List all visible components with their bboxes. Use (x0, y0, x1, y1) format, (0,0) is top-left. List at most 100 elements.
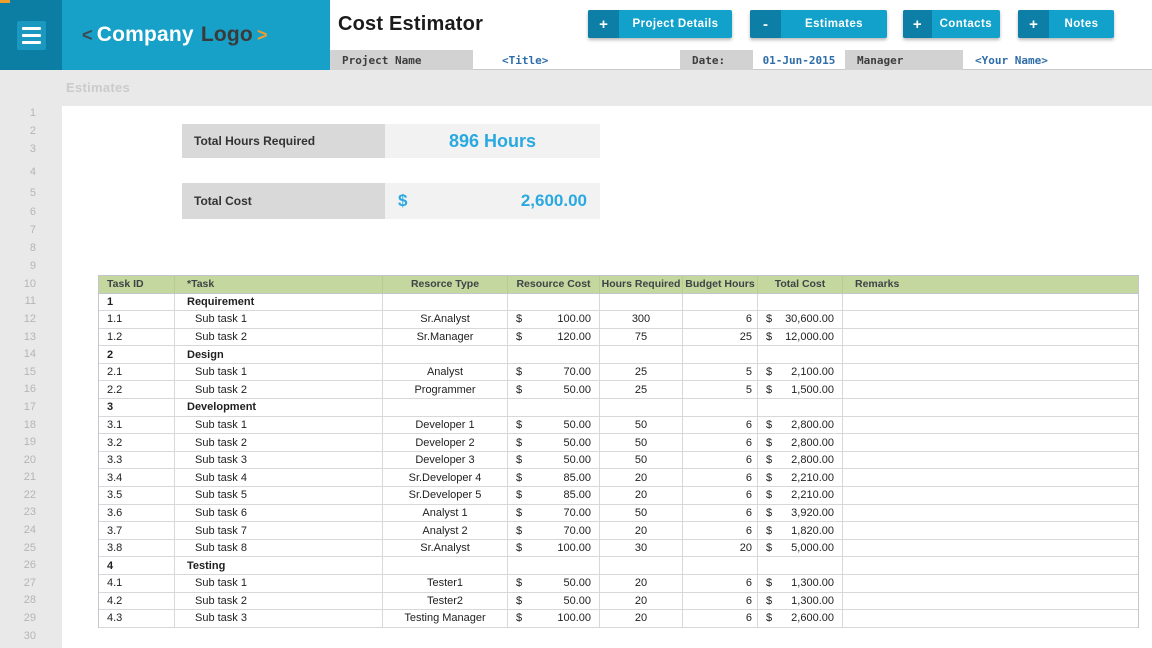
cell-resource-cost[interactable]: $85.00 (508, 469, 600, 487)
date-field[interactable]: 01-Jun-2015 (753, 50, 845, 70)
cell-hours-required[interactable]: 300 (600, 311, 683, 329)
cell-total-cost[interactable]: $2,210.00 (758, 487, 843, 505)
cell-resource-cost[interactable]: $70.00 (508, 505, 600, 523)
cell-task[interactable]: Sub task 2 (175, 434, 383, 452)
cell-resource-cost[interactable] (508, 557, 600, 575)
cell-resource-cost[interactable]: $50.00 (508, 434, 600, 452)
row-number[interactable]: 10 (0, 278, 36, 290)
cell-remarks[interactable] (843, 329, 1138, 347)
cell-remarks[interactable] (843, 346, 1138, 364)
project-name-field[interactable]: <Title> (473, 50, 680, 70)
cell-hours-required[interactable]: 50 (600, 434, 683, 452)
row-number[interactable]: 25 (0, 542, 36, 554)
cell-resource-cost[interactable]: $50.00 (508, 381, 600, 399)
row-number[interactable]: 23 (0, 506, 36, 518)
cell-total-cost[interactable]: $2,800.00 (758, 452, 843, 470)
cell-resource-type[interactable] (383, 294, 508, 312)
manager-name-field[interactable]: <Your Name> (963, 50, 1152, 70)
cell-hours-required[interactable]: 25 (600, 381, 683, 399)
cell-hours-required[interactable] (600, 399, 683, 417)
cell-task[interactable]: Sub task 3 (175, 452, 383, 470)
cell-remarks[interactable] (843, 593, 1138, 611)
cell-total-cost[interactable]: $2,600.00 (758, 610, 843, 628)
cell-resource-type[interactable]: Sr.Analyst (383, 540, 508, 558)
cell-budget-hours[interactable] (683, 557, 758, 575)
cell-total-cost[interactable]: $12,000.00 (758, 329, 843, 347)
contacts-button[interactable]: + Contacts (903, 10, 1000, 38)
cell-task[interactable]: Sub task 6 (175, 505, 383, 523)
cell-task-id[interactable]: 3.6 (99, 505, 175, 523)
cell-hours-required[interactable]: 50 (600, 452, 683, 470)
cell-resource-type[interactable] (383, 557, 508, 575)
cell-task[interactable]: Sub task 1 (175, 575, 383, 593)
cell-remarks[interactable] (843, 522, 1138, 540)
cell-resource-cost[interactable] (508, 346, 600, 364)
cell-task[interactable]: Sub task 4 (175, 469, 383, 487)
cell-task-id[interactable]: 2.2 (99, 381, 175, 399)
cell-budget-hours[interactable]: 6 (683, 417, 758, 435)
cell-resource-type[interactable]: Analyst 1 (383, 505, 508, 523)
cell-total-cost[interactable]: $2,800.00 (758, 434, 843, 452)
cell-budget-hours[interactable]: 25 (683, 329, 758, 347)
cell-resource-type[interactable]: Sr.Developer 5 (383, 487, 508, 505)
cell-hours-required[interactable]: 50 (600, 505, 683, 523)
cell-task[interactable]: Sub task 5 (175, 487, 383, 505)
cell-resource-type[interactable]: Programmer (383, 381, 508, 399)
row-number[interactable]: 6 (0, 206, 36, 218)
cell-budget-hours[interactable] (683, 294, 758, 312)
cell-total-cost[interactable]: $2,800.00 (758, 417, 843, 435)
cell-task[interactable]: Sub task 2 (175, 593, 383, 611)
row-number[interactable]: 11 (0, 295, 36, 307)
cell-task-id[interactable]: 1.2 (99, 329, 175, 347)
cell-task-id[interactable]: 4.1 (99, 575, 175, 593)
cell-task-id[interactable]: 3.2 (99, 434, 175, 452)
cell-resource-cost[interactable]: $100.00 (508, 610, 600, 628)
cell-budget-hours[interactable]: 6 (683, 575, 758, 593)
cell-task-id[interactable]: 3.1 (99, 417, 175, 435)
cell-task[interactable]: Sub task 1 (175, 311, 383, 329)
cell-budget-hours[interactable]: 6 (683, 487, 758, 505)
cell-budget-hours[interactable]: 6 (683, 434, 758, 452)
cell-resource-cost[interactable] (508, 294, 600, 312)
cell-task-id[interactable]: 4.3 (99, 610, 175, 628)
cell-budget-hours[interactable]: 6 (683, 610, 758, 628)
cell-remarks[interactable] (843, 610, 1138, 628)
cell-task[interactable]: Sub task 7 (175, 522, 383, 540)
cell-task[interactable]: Testing (175, 557, 383, 575)
cell-total-cost[interactable] (758, 294, 843, 312)
cell-resource-cost[interactable]: $50.00 (508, 417, 600, 435)
cell-resource-cost[interactable]: $50.00 (508, 593, 600, 611)
row-number[interactable]: 28 (0, 594, 36, 606)
row-number[interactable]: 13 (0, 331, 36, 343)
cell-remarks[interactable] (843, 540, 1138, 558)
cell-hours-required[interactable]: 20 (600, 522, 683, 540)
cell-resource-type[interactable]: Sr.Manager (383, 329, 508, 347)
cell-task[interactable]: Sub task 8 (175, 540, 383, 558)
row-number[interactable]: 19 (0, 436, 36, 448)
cell-resource-cost[interactable]: $85.00 (508, 487, 600, 505)
cell-task-id[interactable]: 3 (99, 399, 175, 417)
cell-total-cost[interactable]: $3,920.00 (758, 505, 843, 523)
row-number[interactable]: 2 (0, 125, 36, 137)
cell-remarks[interactable] (843, 575, 1138, 593)
cell-total-cost[interactable]: $1,300.00 (758, 593, 843, 611)
cell-hours-required[interactable]: 20 (600, 487, 683, 505)
cell-budget-hours[interactable]: 6 (683, 593, 758, 611)
cell-hours-required[interactable] (600, 557, 683, 575)
cell-task-id[interactable]: 4 (99, 557, 175, 575)
cell-remarks[interactable] (843, 452, 1138, 470)
row-number[interactable]: 5 (0, 187, 36, 199)
cell-remarks[interactable] (843, 311, 1138, 329)
cell-hours-required[interactable]: 75 (600, 329, 683, 347)
cell-resource-cost[interactable]: $70.00 (508, 364, 600, 382)
row-number[interactable]: 4 (0, 166, 36, 178)
cell-resource-cost[interactable]: $50.00 (508, 575, 600, 593)
row-number[interactable]: 3 (0, 143, 36, 155)
cell-hours-required[interactable] (600, 294, 683, 312)
cell-task-id[interactable]: 3.3 (99, 452, 175, 470)
cell-remarks[interactable] (843, 469, 1138, 487)
cell-budget-hours[interactable]: 6 (683, 505, 758, 523)
cell-remarks[interactable] (843, 364, 1138, 382)
project-details-button[interactable]: + Project Details (588, 10, 732, 38)
row-number[interactable]: 30 (0, 630, 36, 642)
